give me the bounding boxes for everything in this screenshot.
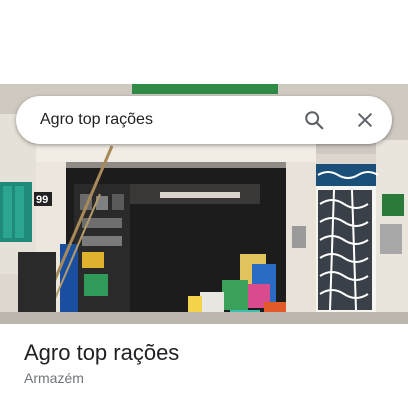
place-category: Armazém xyxy=(24,370,84,386)
close-icon xyxy=(358,113,372,127)
search-button[interactable] xyxy=(290,96,338,144)
search-bar[interactable]: Agro top rações xyxy=(16,96,392,144)
search-icon xyxy=(305,111,324,130)
house-number: 99 xyxy=(36,194,49,206)
close-button[interactable] xyxy=(341,96,389,144)
place-name[interactable]: Agro top rações xyxy=(24,340,179,366)
search-input[interactable]: Agro top rações xyxy=(40,96,153,144)
